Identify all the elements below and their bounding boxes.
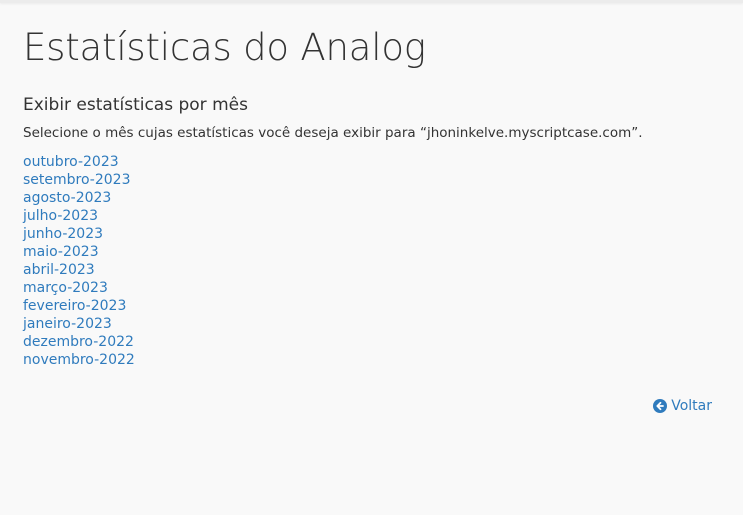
month-list: outubro-2023 setembro-2023 agosto-2023 j… (23, 152, 135, 368)
list-item: novembro-2022 (23, 350, 135, 368)
month-link-julho-2023[interactable]: julho-2023 (23, 208, 98, 224)
month-link-outubro-2023[interactable]: outubro-2023 (23, 154, 119, 170)
month-link-abril-2023[interactable]: abril-2023 (23, 262, 95, 278)
section-title: Exibir estatísticas por mês (23, 95, 248, 115)
arrow-circle-left-icon (653, 399, 668, 413)
month-link-setembro-2023[interactable]: setembro-2023 (23, 172, 131, 188)
back-label: Voltar (671, 398, 712, 414)
list-item: junho-2023 (23, 224, 135, 242)
list-item: dezembro-2022 (23, 332, 135, 350)
list-item: julho-2023 (23, 206, 135, 224)
back-link[interactable]: Voltar (653, 398, 712, 414)
month-link-dezembro-2022[interactable]: dezembro-2022 (23, 334, 134, 350)
list-item: outubro-2023 (23, 152, 135, 170)
month-link-marco-2023[interactable]: março-2023 (23, 280, 108, 296)
list-item: fevereiro-2023 (23, 296, 135, 314)
list-item: maio-2023 (23, 242, 135, 260)
month-link-maio-2023[interactable]: maio-2023 (23, 244, 99, 260)
list-item: abril-2023 (23, 260, 135, 278)
page-title: Estatísticas do Analog (23, 26, 426, 69)
list-item: setembro-2023 (23, 170, 135, 188)
month-link-agosto-2023[interactable]: agosto-2023 (23, 190, 111, 206)
list-item: agosto-2023 (23, 188, 135, 206)
top-bar (0, 0, 743, 3)
list-item: janeiro-2023 (23, 314, 135, 332)
month-link-junho-2023[interactable]: junho-2023 (23, 226, 103, 242)
month-link-janeiro-2023[interactable]: janeiro-2023 (23, 316, 112, 332)
month-link-novembro-2022[interactable]: novembro-2022 (23, 352, 135, 368)
section-description: Selecione o mês cujas estatísticas você … (23, 125, 643, 141)
list-item: março-2023 (23, 278, 135, 296)
month-link-fevereiro-2023[interactable]: fevereiro-2023 (23, 298, 126, 314)
